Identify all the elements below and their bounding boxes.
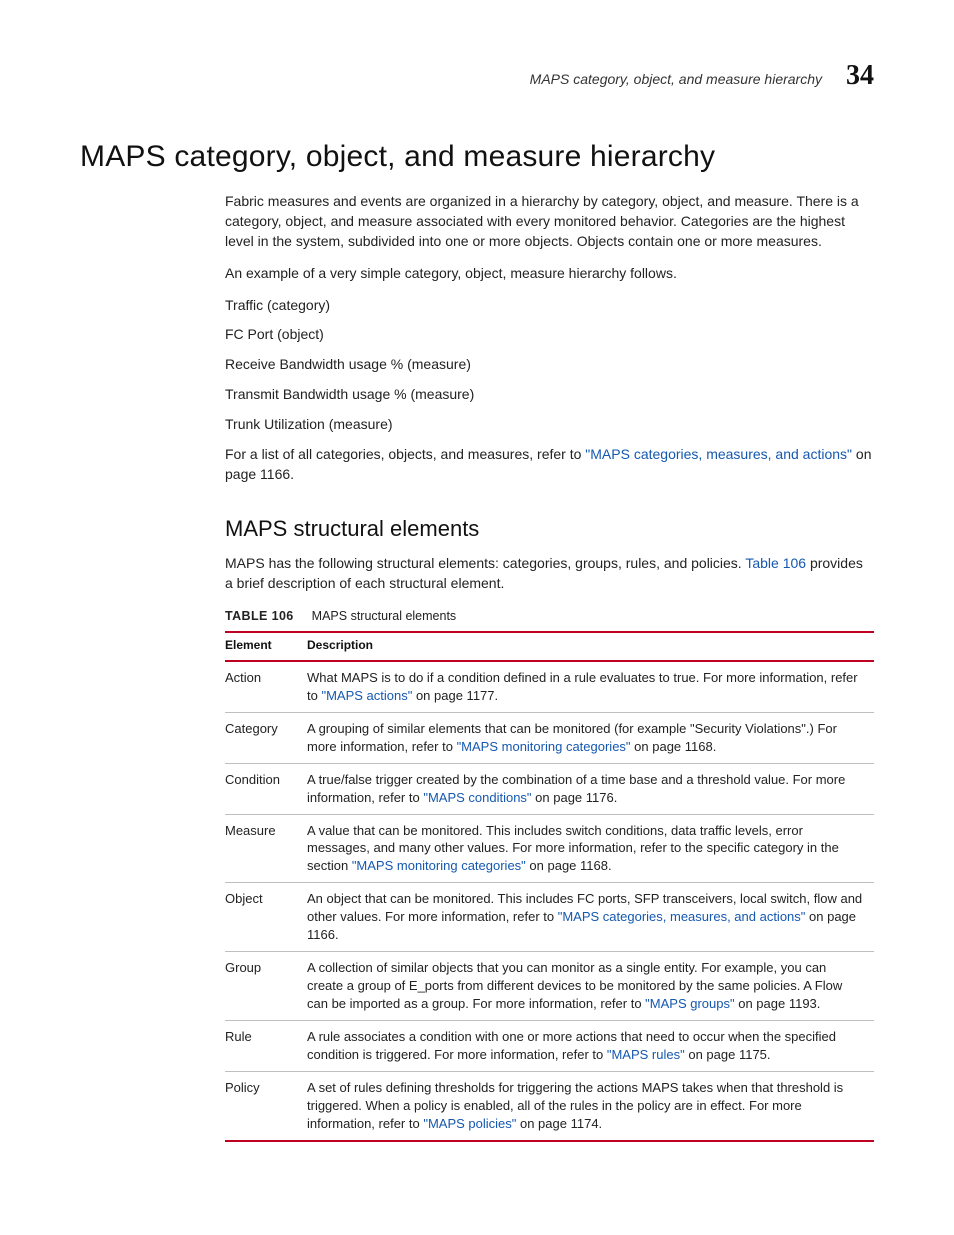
- hierarchy-level-1: Traffic (category): [225, 296, 874, 316]
- table-cell-element: Policy: [225, 1071, 307, 1140]
- table-caption: TABLE 106 MAPS structural elements: [225, 608, 874, 626]
- page: MAPS category, object, and measure hiera…: [0, 0, 954, 1202]
- structural-elements-table: Element Description Action What MAPS is …: [225, 631, 874, 1141]
- structural-intro-prefix: MAPS has the following structural elemen…: [225, 555, 745, 571]
- xref-link-maps-groups[interactable]: "MAPS groups": [645, 996, 734, 1011]
- table-header-element: Element: [225, 632, 307, 661]
- xref-link-maps-monitoring-categories[interactable]: "MAPS monitoring categories": [457, 739, 631, 754]
- table-caption-title: MAPS structural elements: [312, 609, 457, 623]
- xref-link-categories-measures-actions[interactable]: "MAPS categories, measures, and actions": [585, 446, 852, 462]
- page-title: MAPS category, object, and measure hiera…: [80, 140, 874, 174]
- xref-link-maps-policies[interactable]: "MAPS policies": [423, 1116, 516, 1131]
- xref-link-maps-categories-measures-actions[interactable]: "MAPS categories, measures, and actions": [558, 909, 806, 924]
- xref-link-maps-conditions[interactable]: "MAPS conditions": [423, 790, 531, 805]
- table-cell-element: Object: [225, 883, 307, 952]
- xref-link-maps-monitoring-categories[interactable]: "MAPS monitoring categories": [352, 858, 526, 873]
- table-row: Category A grouping of similar elements …: [225, 712, 874, 763]
- running-header-title: MAPS category, object, and measure hiera…: [530, 71, 822, 87]
- table-row: Condition A true/false trigger created b…: [225, 763, 874, 814]
- table-cell-element: Measure: [225, 814, 307, 883]
- table-row: Group A collection of similar objects th…: [225, 952, 874, 1021]
- example-intro: An example of a very simple category, ob…: [225, 264, 874, 284]
- table-cell-description: A grouping of similar elements that can …: [307, 712, 874, 763]
- section-subtitle: MAPS structural elements: [225, 513, 874, 544]
- table-cell-element: Condition: [225, 763, 307, 814]
- xref-link-maps-actions[interactable]: "MAPS actions": [321, 688, 412, 703]
- table-row: Action What MAPS is to do if a condition…: [225, 661, 874, 712]
- table-header-row: Element Description: [225, 632, 874, 661]
- table-row: Rule A rule associates a condition with …: [225, 1020, 874, 1071]
- chapter-number: 34: [846, 60, 874, 92]
- table-cell-description: A rule associates a condition with one o…: [307, 1020, 874, 1071]
- table-cell-description: A value that can be monitored. This incl…: [307, 814, 874, 883]
- table-cell-element: Category: [225, 712, 307, 763]
- xref-prefix: For a list of all categories, objects, a…: [225, 446, 585, 462]
- table-cell-description: A collection of similar objects that you…: [307, 952, 874, 1021]
- table-cell-description: What MAPS is to do if a condition define…: [307, 661, 874, 712]
- running-header: MAPS category, object, and measure hiera…: [80, 60, 874, 92]
- table-cell-element: Group: [225, 952, 307, 1021]
- table-caption-label: TABLE 106: [225, 609, 294, 623]
- body-text: Fabric measures and events are organized…: [225, 192, 874, 1142]
- structural-intro: MAPS has the following structural elemen…: [225, 554, 874, 594]
- table-cell-element: Action: [225, 661, 307, 712]
- hierarchy-level-3-item: Receive Bandwidth usage % (measure): [225, 355, 874, 375]
- hierarchy-level-2: FC Port (object): [225, 325, 874, 345]
- xref-link-maps-rules[interactable]: "MAPS rules": [607, 1047, 685, 1062]
- table-cell-description: A set of rules defining thresholds for t…: [307, 1071, 874, 1140]
- table-header-description: Description: [307, 632, 874, 661]
- hierarchy-example: Traffic (category) FC Port (object) Rece…: [225, 296, 874, 435]
- hierarchy-level-3-item: Trunk Utilization (measure): [225, 415, 874, 435]
- xref-paragraph: For a list of all categories, objects, a…: [225, 445, 874, 485]
- intro-paragraph: Fabric measures and events are organized…: [225, 192, 874, 252]
- table-cell-description: A true/false trigger created by the comb…: [307, 763, 874, 814]
- table-row: Measure A value that can be monitored. T…: [225, 814, 874, 883]
- table-body: Action What MAPS is to do if a condition…: [225, 661, 874, 1141]
- table-row: Object An object that can be monitored. …: [225, 883, 874, 952]
- table-cell-element: Rule: [225, 1020, 307, 1071]
- table-cell-description: An object that can be monitored. This in…: [307, 883, 874, 952]
- hierarchy-level-3-item: Transmit Bandwidth usage % (measure): [225, 385, 874, 405]
- xref-link-table-106[interactable]: Table 106: [745, 555, 806, 571]
- table-row: Policy A set of rules defining threshold…: [225, 1071, 874, 1140]
